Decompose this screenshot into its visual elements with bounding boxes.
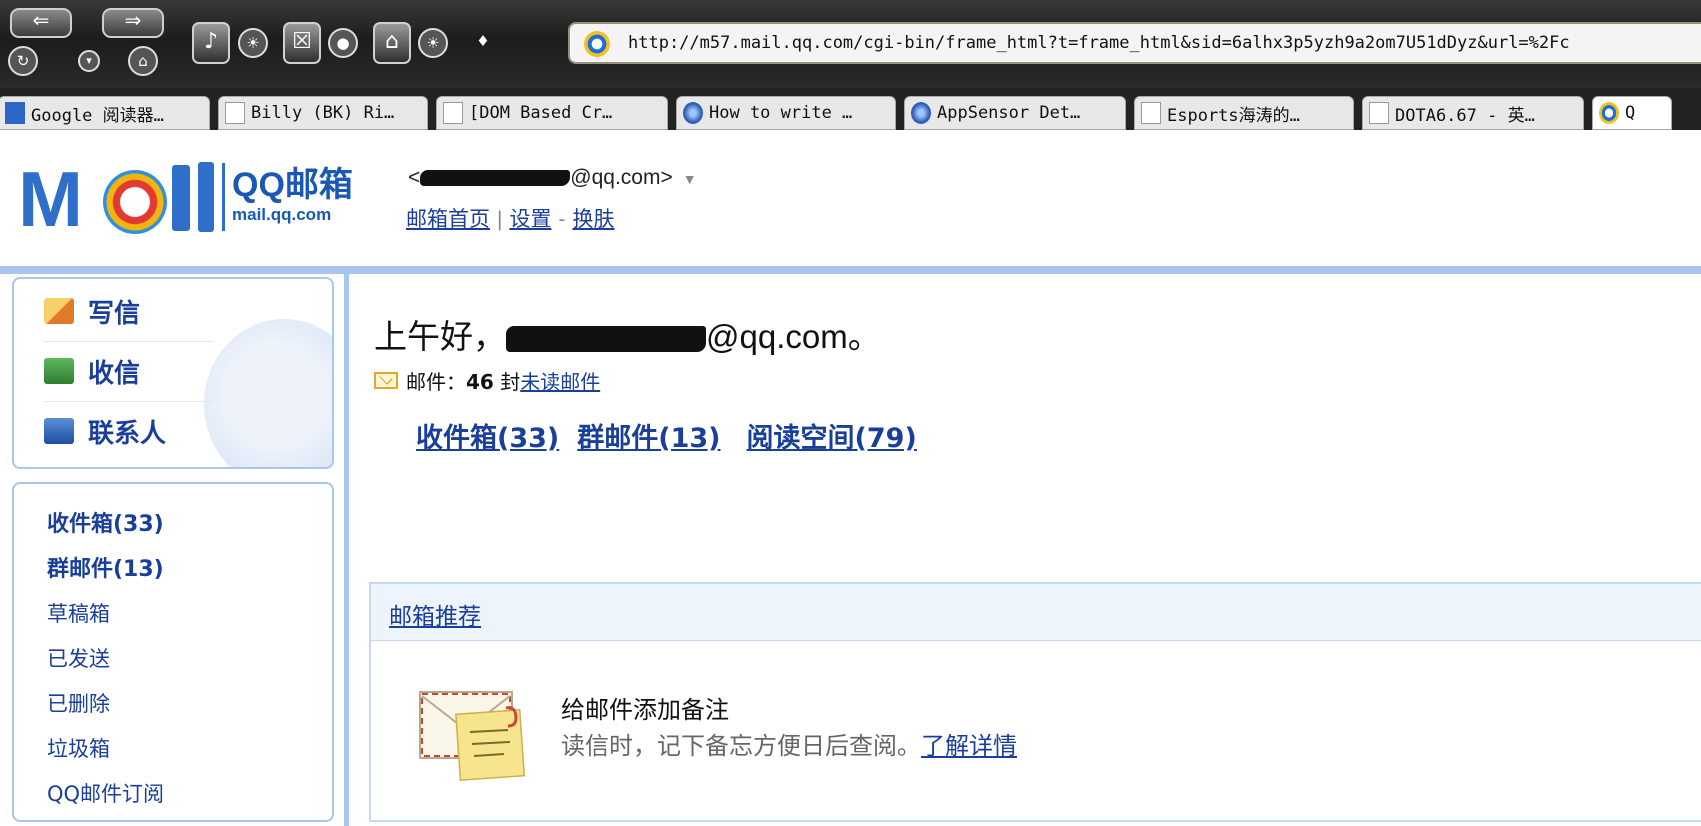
recommend-panel: 邮箱推荐 给邮件添加备注 读信时，记下备忘方便日后查阅。了解详情 [369, 582, 1701, 822]
recommend-heading-link[interactable]: 邮箱推荐 [389, 597, 481, 631]
page-icon [1369, 102, 1389, 124]
browser-tab[interactable]: Esports海涛的… [1134, 96, 1354, 130]
qq-icon [1599, 102, 1619, 124]
logo-divider [222, 163, 225, 231]
globe-icon [683, 102, 703, 124]
page-icon [225, 102, 245, 124]
receive-button[interactable]: 收信 [44, 342, 224, 400]
browser-tab[interactable]: Google 阅读器… [0, 96, 210, 130]
folder-group-mail[interactable]: 群邮件(13) [47, 551, 164, 583]
browser-tab[interactable]: AppSensor Det… [904, 96, 1126, 130]
greeting: 上午好， @qq.com。 [374, 318, 881, 355]
sidebar-folders: 收件箱(33) 群邮件(13) 草稿箱 已发送 已删除 垃圾箱 QQ邮件订阅 [12, 482, 334, 822]
logo-i [172, 165, 190, 231]
home-icon[interactable]: ⌂ [128, 46, 158, 76]
recommend-header: 邮箱推荐 [371, 584, 1701, 641]
qq-favicon-icon [584, 31, 610, 57]
write-button[interactable]: 写信 [44, 282, 224, 340]
tool-button-1-icon[interactable]: ♪ [192, 22, 230, 64]
redacted-text [506, 326, 706, 353]
redacted-text [420, 170, 571, 187]
mail-home-link[interactable]: 邮箱首页 [406, 208, 490, 231]
page-icon [1141, 102, 1161, 124]
envelope-icon [374, 372, 398, 389]
dropdown-icon[interactable]: ▾ [78, 50, 100, 72]
content-border [344, 266, 349, 826]
pencil-icon [44, 298, 74, 324]
inbox-download-icon [44, 358, 74, 384]
contact-card-icon [44, 418, 74, 444]
gem-icon[interactable]: ♦ [470, 28, 496, 54]
group-mail-link[interactable]: 群邮件(13) [577, 416, 720, 455]
forward-button[interactable]: ⇒ [102, 8, 164, 38]
folder-qq-subscription[interactable]: QQ邮件订阅 [47, 778, 164, 808]
browser-tab[interactable]: DOTA6.67 - 英… [1362, 96, 1584, 130]
browser-tab[interactable]: Billy (BK) Ri… [218, 96, 428, 130]
browser-tab[interactable]: [DOM Based Cr… [436, 96, 668, 130]
browser-tab-active[interactable]: Q [1592, 96, 1672, 130]
feed-icon [5, 102, 25, 124]
folder-inbox[interactable]: 收件箱(33) [47, 506, 164, 538]
unread-mail-link[interactable]: 未读邮件 [520, 370, 600, 394]
logo-m: M [18, 155, 83, 243]
learn-more-link[interactable]: 了解详情 [921, 732, 1017, 760]
recommend-title: 给邮件添加备注 [561, 696, 729, 724]
folder-deleted[interactable]: 已删除 [47, 688, 110, 718]
browser-tab[interactable]: How to write … [676, 96, 896, 130]
folder-sent[interactable]: 已发送 [47, 643, 110, 673]
settings-link[interactable]: 设置 [509, 208, 551, 231]
inbox-link[interactable]: 收件箱(33) [416, 416, 559, 455]
header-divider [0, 266, 1701, 274]
address-url[interactable]: http://m57.mail.qq.com/cgi-bin/frame_htm… [628, 33, 1570, 53]
logo-qq-icon [103, 170, 167, 234]
mail-count: 46 [466, 370, 494, 394]
lightbulb-icon[interactable]: ☀ [238, 28, 268, 58]
brand-domain: mail.qq.com [232, 205, 332, 224]
folder-spam[interactable]: 垃圾箱 [47, 733, 110, 763]
mail-summary: 邮件：46 封未读邮件 [374, 366, 600, 395]
tool-button-2-icon[interactable]: ☒ [283, 22, 321, 64]
reading-space-link[interactable]: 阅读空间(79) [747, 416, 917, 455]
browser-tabs: Google 阅读器… Billy (BK) Ri… [DOM Based Cr… [0, 96, 1701, 130]
brand[interactable]: QQ邮箱 mail.qq.com [232, 166, 353, 226]
brand-name: QQ邮箱 [232, 166, 353, 204]
logo-l [198, 162, 214, 232]
folder-quick-links: 收件箱(33) 群邮件(13) 阅读空间(79) [416, 416, 917, 455]
memo-note-icon [419, 691, 526, 781]
back-button[interactable]: ⇐ [10, 8, 72, 38]
knob-icon[interactable]: ● [328, 28, 358, 58]
browser-toolbar: ⇐ ⇒ ↻ ▾ ⌂ ♪ ☀ ☒ ● ⌂ ☀ ♦ http://m57.mail.… [0, 0, 1701, 88]
tool-button-3-icon[interactable]: ⌂ [373, 22, 411, 64]
page-icon [443, 102, 463, 124]
header-links: 邮箱首页 | 设置 - 换肤 [406, 208, 615, 231]
lightbulb-2-icon[interactable]: ☀ [418, 28, 448, 58]
folder-drafts[interactable]: 草稿箱 [47, 598, 110, 628]
reload-icon[interactable]: ↻ [8, 46, 38, 76]
recommend-description: 读信时，记下备忘方便日后查阅。了解详情 [561, 732, 1017, 760]
skin-link[interactable]: 换肤 [572, 208, 614, 231]
globe-icon [911, 102, 931, 124]
account-selector[interactable]: < @qq.com> ▼ [408, 166, 697, 190]
address-bar[interactable]: http://m57.mail.qq.com/cgi-bin/frame_htm… [568, 22, 1701, 64]
contacts-button[interactable]: 联系人 [44, 402, 224, 460]
chevron-down-icon[interactable]: ▼ [683, 171, 697, 187]
sidebar-actions: 写信 收信 联系人 [12, 277, 334, 469]
